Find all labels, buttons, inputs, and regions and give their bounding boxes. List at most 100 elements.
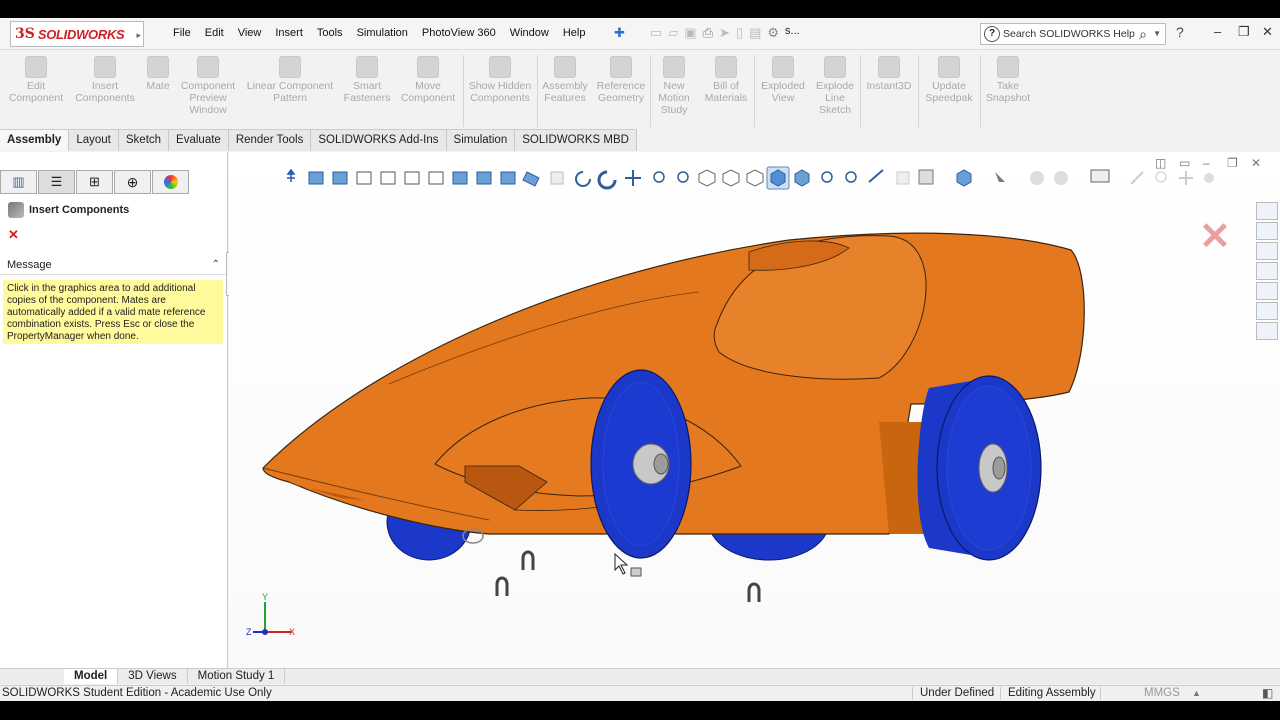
open-document-icon[interactable]: ▱	[668, 25, 678, 41]
menu-help[interactable]: Help	[556, 27, 593, 39]
appearances-icon[interactable]	[1256, 282, 1278, 300]
help-search-box[interactable]: ? Search SOLIDWORKS Help ⌕ ▼	[980, 23, 1166, 45]
rotate-view-large-icon[interactable]	[597, 170, 617, 190]
isometric-view-icon[interactable]	[476, 171, 492, 185]
previous-view-icon[interactable]	[868, 169, 884, 183]
normal-to-icon[interactable]	[550, 171, 564, 185]
screw-eye-component-3[interactable]	[747, 582, 761, 602]
message-group-header[interactable]: Message ⌃	[0, 255, 228, 275]
linear-pattern-button[interactable]: Linear Component Pattern	[242, 51, 338, 131]
section-view-icon[interactable]	[698, 169, 716, 187]
restore-window-icon[interactable]: ❐	[1238, 24, 1250, 40]
save-icon[interactable]: ▣	[684, 25, 696, 41]
help-icon[interactable]: ?	[1176, 24, 1184, 40]
ambient-occlusion-icon[interactable]	[1204, 173, 1214, 183]
tab-simulation[interactable]: Simulation	[446, 129, 516, 151]
smart-fasteners-button[interactable]: Smart Fasteners	[340, 51, 394, 131]
viewport-tile-icon[interactable]: ◫	[1155, 156, 1166, 170]
menu-simulation[interactable]: Simulation	[350, 27, 415, 39]
design-library-icon[interactable]	[1256, 222, 1278, 240]
menu-window[interactable]: Window	[503, 27, 556, 39]
tab-sketch[interactable]: Sketch	[118, 129, 170, 151]
print-icon[interactable]: ⎙	[703, 25, 713, 41]
options-gear-icon[interactable]: ⚙	[767, 25, 779, 41]
menu-photoview[interactable]: PhotoView 360	[415, 27, 503, 39]
hide-show-items-icon[interactable]	[956, 169, 972, 187]
wireframe-icon[interactable]	[746, 169, 764, 187]
tab-addins[interactable]: SOLIDWORKS Add-Ins	[311, 129, 447, 151]
customize-status-icon[interactable]: ◧	[1262, 686, 1273, 701]
file-explorer-icon[interactable]	[1256, 242, 1278, 260]
tab-3d-views[interactable]: 3D Views	[118, 669, 188, 684]
back-view-icon[interactable]	[428, 171, 444, 185]
feature-manager-tab[interactable]: ▥	[0, 170, 37, 194]
viewport-link-icon[interactable]: ▭	[1179, 156, 1190, 170]
zoom-to-area-icon[interactable]	[677, 171, 689, 183]
units-status[interactable]: MMGS	[1144, 686, 1180, 701]
apply-scene-icon[interactable]	[1030, 171, 1044, 185]
select-icon[interactable]: ➤	[719, 25, 730, 41]
cancel-confirmation-icon[interactable]: ✕	[1199, 214, 1231, 259]
mate-button[interactable]: Mate	[140, 51, 176, 131]
viewport-restore-icon[interactable]: ❐	[1227, 156, 1238, 170]
tab-model[interactable]: Model	[64, 669, 119, 684]
minimize-window-icon[interactable]: –	[1214, 24, 1221, 39]
close-window-icon[interactable]: ✕	[1262, 24, 1273, 40]
view-palette-pane-icon[interactable]	[1256, 262, 1278, 280]
screw-eye-component-1[interactable]	[495, 576, 509, 596]
property-manager-tab[interactable]: ☰	[38, 170, 75, 194]
tab-assembly[interactable]: Assembly	[0, 129, 70, 151]
screw-eye-component-2[interactable]	[521, 550, 535, 570]
menu-view[interactable]: View	[231, 27, 269, 39]
solidworks-logo[interactable]: 3S SOLIDWORKS ▸	[10, 21, 144, 47]
tab-layout[interactable]: Layout	[69, 129, 119, 151]
cancel-close-icon[interactable]: ✕	[8, 227, 19, 243]
view-orientation-icon[interactable]	[286, 168, 296, 182]
dimetric-view-icon[interactable]	[522, 171, 540, 187]
menu-file[interactable]: File	[166, 27, 198, 39]
curvature-icon[interactable]	[1130, 171, 1144, 185]
collapse-chevron-icon[interactable]: ⌃	[212, 255, 220, 275]
tab-evaluate[interactable]: Evaluate	[169, 129, 229, 151]
display-style-icon[interactable]	[918, 169, 934, 185]
configuration-manager-tab[interactable]: ⊞	[76, 170, 113, 194]
front-view-icon[interactable]	[332, 171, 348, 185]
trimetric-view-icon[interactable]	[500, 171, 516, 185]
search-icon[interactable]: ⌕	[1139, 26, 1147, 43]
display-manager-tab[interactable]	[152, 170, 189, 194]
bill-of-materials-button[interactable]: Bill of Materials	[700, 51, 752, 131]
realview-icon[interactable]	[1179, 171, 1193, 185]
menu-edit[interactable]: Edit	[198, 27, 231, 39]
menu-tools[interactable]: Tools	[310, 27, 350, 39]
edit-appearance-icon[interactable]	[995, 172, 1005, 182]
show-hidden-button[interactable]: Show Hidden Components	[466, 51, 534, 131]
zoom-to-fit-icon[interactable]	[653, 171, 665, 183]
tab-motion-study-1[interactable]: Motion Study 1	[188, 669, 286, 684]
hidden-lines-icon[interactable]	[722, 169, 740, 187]
assembly-features-button[interactable]: Assembly Features	[540, 51, 590, 131]
units-dropdown-icon[interactable]: ▲	[1192, 686, 1201, 701]
new-motion-study-button[interactable]: New Motion Study	[652, 51, 696, 131]
right-view-icon[interactable]	[380, 171, 396, 185]
pan-icon[interactable]	[625, 170, 641, 186]
custom-properties-icon[interactable]	[1256, 302, 1278, 320]
update-speedpak-button[interactable]: Update Speedpak	[920, 51, 978, 131]
component-preview-button[interactable]: Component Preview Window	[178, 51, 238, 131]
graphics-area[interactable]: Y X Z ◫ ▭ – ❐ ✕ ✕	[229, 152, 1280, 672]
zoom-in-out-icon[interactable]	[821, 171, 833, 183]
standard-view-icon[interactable]	[308, 171, 324, 185]
reference-geometry-button[interactable]: Reference Geometry	[594, 51, 648, 131]
tab-render-tools[interactable]: Render Tools	[228, 129, 312, 151]
rotate-view-icon[interactable]	[575, 171, 591, 187]
zoom-to-selection-icon[interactable]	[845, 171, 857, 183]
view-palette-icon[interactable]	[896, 171, 910, 185]
view-settings-icon[interactable]	[1054, 171, 1068, 185]
pin-icon[interactable]: ✚	[614, 25, 625, 41]
menu-insert[interactable]: Insert	[268, 27, 310, 39]
new-document-icon[interactable]: ▭	[650, 25, 662, 41]
bottom-view-icon[interactable]	[452, 171, 468, 185]
shaded-icon[interactable]	[794, 169, 810, 187]
take-snapshot-button[interactable]: Take Snapshot	[982, 51, 1034, 131]
dimxpert-tab[interactable]: ⊕	[114, 170, 151, 194]
exploded-view-button[interactable]: Exploded View	[756, 51, 810, 131]
